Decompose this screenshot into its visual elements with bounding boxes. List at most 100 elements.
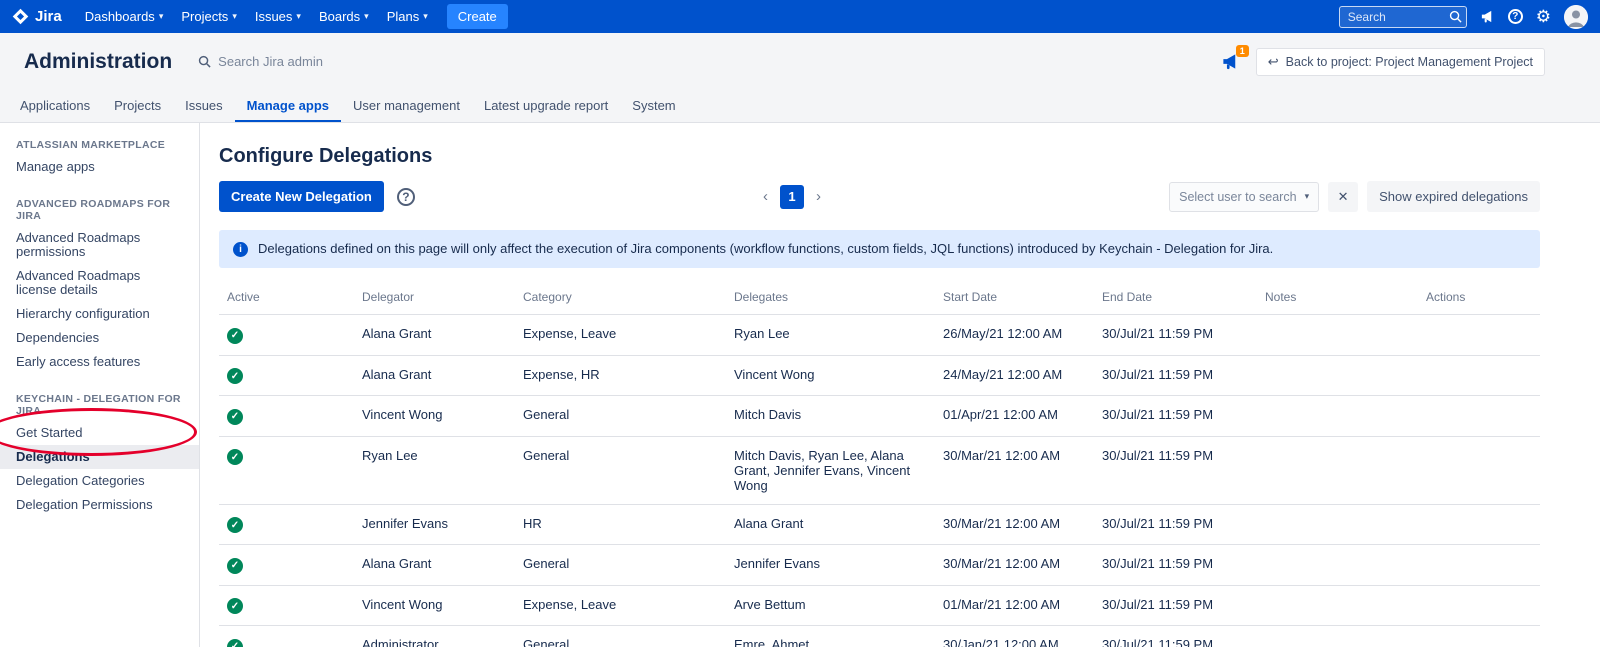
cell-delegates: Vincent Wong [726, 355, 935, 396]
cell-delegates: Emre, Ahmet [726, 626, 935, 647]
nav-menus: Dashboards▾Projects▾Issues▾Boards▾Plans▾ [76, 0, 437, 33]
cell-start-date: 30/Mar/21 12:00 AM [935, 436, 1094, 504]
active-check-icon: ✓ [227, 598, 243, 614]
pagination: ‹ 1 › [415, 185, 1169, 209]
nav-menu-boards[interactable]: Boards▾ [310, 0, 378, 33]
announcement-icon[interactable] [1480, 9, 1495, 24]
sidebar-item-delegation-permissions[interactable]: Delegation Permissions [0, 493, 199, 517]
nav-right: ? ⚙ [1339, 5, 1588, 29]
nav-search-input[interactable] [1339, 6, 1467, 28]
admin-search[interactable] [198, 54, 448, 69]
cell-delegator: Vincent Wong [354, 585, 515, 626]
user-avatar[interactable] [1564, 5, 1588, 29]
notifications-icon[interactable]: 1 [1221, 52, 1240, 71]
nav-search[interactable] [1339, 6, 1467, 28]
nav-menu-projects[interactable]: Projects▾ [172, 0, 246, 33]
sidebar-item-get-started[interactable]: Get Started [0, 421, 199, 445]
cell-notes [1257, 626, 1418, 647]
cell-category: General [515, 545, 726, 586]
cell-delegator: Alana Grant [354, 355, 515, 396]
pagination-next-icon[interactable]: › [816, 188, 821, 205]
table-row: ✓Vincent WongGeneralMitch Davis01/Apr/21… [219, 396, 1540, 437]
tab-applications[interactable]: Applications [8, 90, 102, 122]
sidebar-item-manage-apps[interactable]: Manage apps [0, 155, 199, 179]
notification-badge: 1 [1236, 45, 1249, 57]
back-to-project-button[interactable]: ↩ Back to project: Project Management Pr… [1256, 48, 1545, 76]
sidebar-section-advanced-roadmaps-for-jira: ADVANCED ROADMAPS FOR JIRA [0, 179, 199, 226]
cell-category: Expense, HR [515, 355, 726, 396]
cell-delegates: Arve Bettum [726, 585, 935, 626]
chevron-down-icon: ▾ [1305, 191, 1310, 202]
column-header-active: Active [219, 284, 354, 315]
column-header-delegator: Delegator [354, 284, 515, 315]
sidebar-item-delegations[interactable]: Delegations [0, 445, 199, 469]
cell-end-date: 30/Jul/21 11:59 PM [1094, 315, 1257, 356]
user-search-select[interactable]: Select user to search ▾ [1169, 182, 1319, 212]
tab-user-management[interactable]: User management [341, 90, 472, 122]
info-banner: i Delegations defined on this page will … [219, 230, 1540, 268]
cell-delegates: Mitch Davis, Ryan Lee, Alana Grant, Jenn… [726, 436, 935, 504]
tab-manage-apps[interactable]: Manage apps [235, 90, 341, 122]
active-check-icon: ✓ [227, 639, 243, 647]
active-check-icon: ✓ [227, 558, 243, 574]
nav-menu-label: Boards [319, 9, 360, 24]
sidebar-item-early-access-features[interactable]: Early access features [0, 350, 199, 374]
column-header-delegates: Delegates [726, 284, 935, 315]
cell-notes [1257, 396, 1418, 437]
help-icon[interactable]: ? [397, 188, 415, 206]
create-new-delegation-button[interactable]: Create New Delegation [219, 181, 384, 212]
jira-logo-icon [12, 8, 29, 25]
sidebar-item-advanced-roadmaps-permissions[interactable]: Advanced Roadmaps permissions [0, 226, 199, 264]
table-row: ✓Ryan LeeGeneralMitch Davis, Ryan Lee, A… [219, 436, 1540, 504]
clear-filter-button[interactable]: ✕ [1328, 182, 1358, 212]
column-header-notes: Notes [1257, 284, 1418, 315]
column-header-end-date: End Date [1094, 284, 1257, 315]
jira-logo[interactable]: Jira [12, 8, 62, 25]
settings-gear-icon[interactable]: ⚙ [1536, 8, 1551, 25]
toolbar: Create New Delegation ? ‹ 1 › Select use… [219, 181, 1540, 212]
cell-notes [1257, 504, 1418, 545]
cell-category: HR [515, 504, 726, 545]
cell-end-date: 30/Jul/21 11:59 PM [1094, 504, 1257, 545]
cell-category: Expense, Leave [515, 585, 726, 626]
tab-projects[interactable]: Projects [102, 90, 173, 122]
tab-system[interactable]: System [620, 90, 687, 122]
cell-delegates: Ryan Lee [726, 315, 935, 356]
info-icon: i [233, 242, 248, 257]
cell-actions [1418, 545, 1540, 586]
cell-active: ✓ [219, 355, 354, 396]
help-icon[interactable]: ? [1508, 9, 1523, 24]
active-check-icon: ✓ [227, 368, 243, 384]
tab-issues[interactable]: Issues [173, 90, 235, 122]
create-button[interactable]: Create [447, 4, 508, 29]
sidebar-section-atlassian-marketplace: ATLASSIAN MARKETPLACE [0, 123, 199, 155]
sidebar-item-hierarchy-configuration[interactable]: Hierarchy configuration [0, 302, 199, 326]
admin-search-input[interactable] [218, 54, 448, 69]
sidebar-item-advanced-roadmaps-license-details[interactable]: Advanced Roadmaps license details [0, 264, 199, 302]
sidebar-item-dependencies[interactable]: Dependencies [0, 326, 199, 350]
table-header-row: ActiveDelegatorCategoryDelegatesStart Da… [219, 284, 1540, 315]
tab-latest-upgrade-report[interactable]: Latest upgrade report [472, 90, 620, 122]
pagination-prev-icon[interactable]: ‹ [763, 188, 768, 205]
cell-end-date: 30/Jul/21 11:59 PM [1094, 585, 1257, 626]
nav-menu-plans[interactable]: Plans▾ [378, 0, 437, 33]
nav-menu-dashboards[interactable]: Dashboards▾ [76, 0, 173, 33]
column-header-actions: Actions [1418, 284, 1540, 315]
cell-delegates: Mitch Davis [726, 396, 935, 437]
chevron-down-icon: ▾ [232, 11, 237, 22]
table-row: ✓AdministratorGeneralEmre, Ahmet30/Jan/2… [219, 626, 1540, 647]
admin-tabbar: ApplicationsProjectsIssuesManage appsUse… [0, 90, 1600, 123]
cell-start-date: 24/May/21 12:00 AM [935, 355, 1094, 396]
toolbar-right: Select user to search ▾ ✕ Show expired d… [1169, 181, 1540, 212]
nav-menu-issues[interactable]: Issues▾ [246, 0, 310, 33]
cell-end-date: 30/Jul/21 11:59 PM [1094, 355, 1257, 396]
cell-category: General [515, 396, 726, 437]
page-title-administration: Administration [24, 50, 172, 74]
cell-end-date: 30/Jul/21 11:59 PM [1094, 545, 1257, 586]
cell-start-date: 30/Mar/21 12:00 AM [935, 504, 1094, 545]
pagination-current-page[interactable]: 1 [780, 185, 804, 209]
cell-delegator: Alana Grant [354, 545, 515, 586]
cell-notes [1257, 585, 1418, 626]
sidebar-item-delegation-categories[interactable]: Delegation Categories [0, 469, 199, 493]
show-expired-delegations-button[interactable]: Show expired delegations [1367, 181, 1540, 212]
